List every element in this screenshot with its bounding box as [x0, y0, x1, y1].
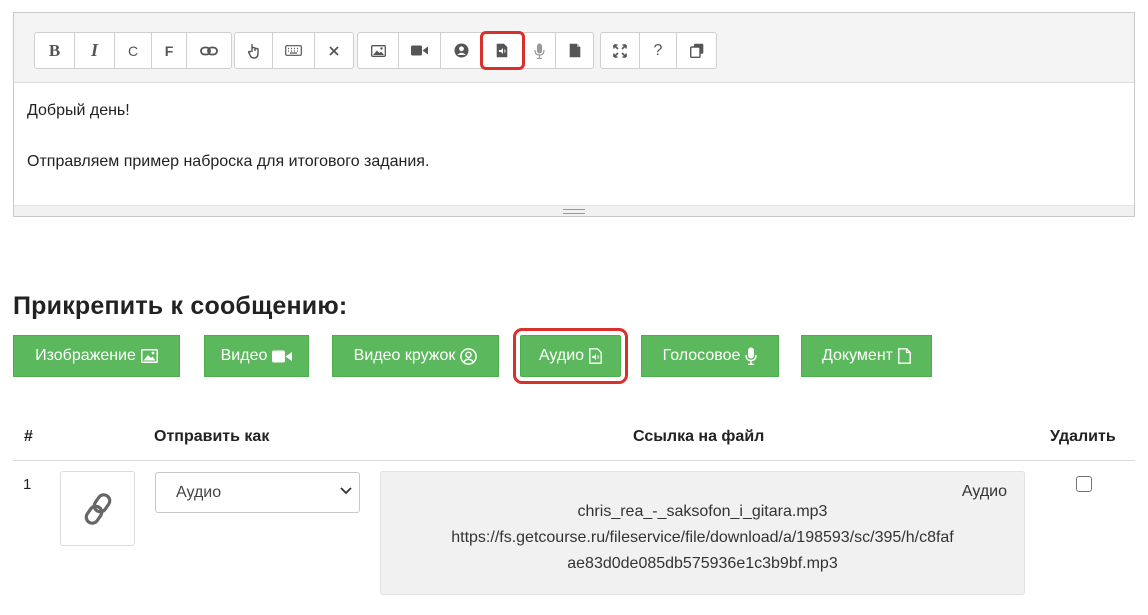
editor-toolbar: B I C F ?: [14, 13, 1134, 83]
toolbar-group-format: B I C F: [34, 32, 232, 69]
microphone-button[interactable]: [523, 33, 556, 68]
audio-button[interactable]: [480, 31, 525, 70]
chevron-down-icon: [340, 487, 352, 495]
file-icon: [569, 43, 580, 58]
delete-checkbox[interactable]: [1076, 476, 1092, 492]
attach-video-button[interactable]: Видео: [204, 335, 309, 377]
image-icon: [140, 349, 158, 363]
attach-document-label: Документ: [822, 347, 893, 364]
user-circle-icon: [454, 43, 468, 58]
resize-grip-icon: [563, 208, 585, 214]
user-circle-button[interactable]: [441, 33, 482, 68]
message-editor[interactable]: B I C F ? Добрый день! Отправляем пример…: [13, 12, 1135, 217]
italic-button[interactable]: I: [75, 33, 115, 68]
column-header-num: #: [24, 428, 33, 445]
video-camera-icon: [272, 350, 293, 362]
column-header-delete: Удалить: [1050, 428, 1116, 445]
content-line-greeting: Добрый день!: [27, 102, 130, 119]
file-link-box: Аудио chris_rea_-_saksofon_i_gitara.mp3 …: [380, 471, 1025, 595]
pointer-icon: [247, 43, 259, 59]
clear-format-button[interactable]: [315, 33, 353, 68]
keyboard-icon: [285, 45, 302, 56]
toolbar-group-view: ?: [600, 32, 717, 69]
c-label: C: [127, 42, 139, 59]
f-label: F: [164, 42, 174, 59]
bold-label: B: [48, 40, 61, 60]
image-button[interactable]: [358, 33, 399, 68]
c-button[interactable]: C: [115, 33, 152, 68]
close-icon: [329, 45, 339, 56]
send-as-select[interactable]: Аудио: [155, 472, 360, 513]
editor-resize-handle[interactable]: [14, 205, 1134, 216]
copy-icon: [689, 43, 703, 58]
content-line-body: Отправляем пример наброска для итогового…: [27, 153, 430, 170]
file-url-line-2[interactable]: ae83d0de085db575936e1c3b9bf.mp3: [381, 551, 1024, 577]
f-button[interactable]: F: [152, 33, 187, 68]
row-number: 1: [23, 476, 32, 493]
toolbar-group-media: [357, 31, 594, 70]
attach-image-label: Изображение: [35, 347, 136, 364]
table-header-divider: [13, 460, 1135, 461]
expand-icon: [613, 43, 627, 58]
italic-label: I: [90, 40, 98, 60]
attach-audio-button[interactable]: Аудио: [513, 328, 628, 384]
column-header-send-as: Отправить как: [154, 428, 270, 445]
audio-file-icon: [496, 43, 508, 58]
pointer-button[interactable]: [235, 33, 273, 68]
image-icon: [370, 44, 386, 57]
link-icon: [200, 46, 218, 55]
keyboard-button[interactable]: [273, 33, 315, 68]
column-header-link: Ссылка на файл: [633, 428, 765, 445]
attach-document-button[interactable]: Документ: [801, 335, 932, 377]
file-url-line-1[interactable]: https://fs.getcourse.ru/fileservice/file…: [381, 525, 1024, 551]
microphone-icon: [745, 347, 758, 365]
file-icon: [898, 348, 911, 364]
copy-button[interactable]: [677, 33, 716, 68]
link-icon: [84, 492, 111, 525]
bold-button[interactable]: B: [35, 33, 75, 68]
attach-title: Прикрепить к сообщению:: [13, 292, 348, 320]
microphone-icon: [533, 43, 545, 59]
attach-voice-label: Голосовое: [662, 347, 741, 364]
send-as-value: Аудио: [176, 483, 222, 501]
video-button[interactable]: [399, 33, 441, 68]
video-icon: [411, 45, 428, 56]
help-button[interactable]: ?: [640, 33, 677, 68]
file-thumbnail: [60, 471, 135, 546]
attach-video-circle-button[interactable]: Видео кружок: [332, 335, 499, 377]
attach-voice-button[interactable]: Голосовое: [641, 335, 779, 377]
editor-content[interactable]: Добрый день! Отправляем пример наброска …: [14, 83, 1134, 190]
attach-audio-label: Аудио: [538, 347, 585, 364]
toolbar-group-misc: [234, 32, 354, 69]
attach-video-label: Видео: [220, 347, 268, 364]
user-circle-icon: [460, 347, 478, 365]
file-name: chris_rea_-_saksofon_i_gitara.mp3: [577, 503, 828, 520]
document-button[interactable]: [556, 33, 593, 68]
attach-image-button[interactable]: Изображение: [13, 335, 180, 377]
attach-video-circle-label: Видео кружок: [353, 347, 456, 364]
help-label: ?: [653, 41, 663, 59]
link-button[interactable]: [187, 33, 231, 68]
audio-file-icon: [589, 348, 602, 364]
fullscreen-button[interactable]: [601, 33, 640, 68]
